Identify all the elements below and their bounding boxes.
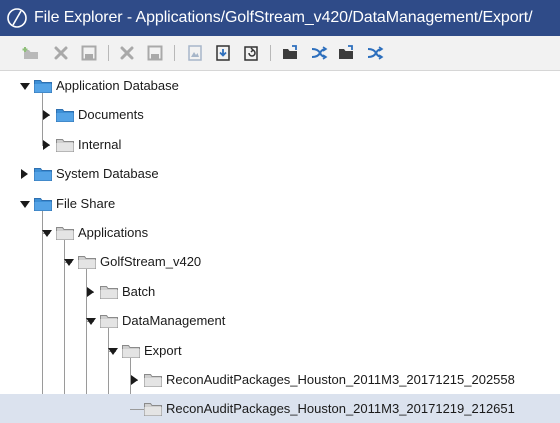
tree-node-label: Application Database [56,78,179,93]
window-title: File Explorer - Applications/GolfStream_… [34,9,533,26]
collapsed-arrow-icon[interactable] [43,139,50,150]
folder-icon [100,285,118,299]
tree-node[interactable]: Export [0,336,560,365]
tree-node-label: Applications [78,225,149,240]
folder-icon [34,80,52,93]
tree-node[interactable]: System Database [0,159,560,188]
folder-icon [56,138,74,152]
expanded-arrow-icon[interactable] [64,259,74,267]
image-icon[interactable] [186,44,204,62]
shuffle-icon[interactable] [310,44,328,62]
toolbar-separator [108,45,109,61]
tree-node[interactable]: File Share [0,189,560,218]
toolbar [0,36,560,71]
expanded-arrow-icon[interactable] [86,318,96,326]
tree-node[interactable]: Batch [0,277,560,306]
collapsed-arrow-icon[interactable] [43,110,50,121]
folder-icon [34,168,52,182]
title-bar: File Explorer - Applications/GolfStream_… [0,0,560,36]
tree-node-label: ReconAuditPackages_Houston_2011M3_201712… [166,372,515,387]
tree-node[interactable]: GolfStream_v420 [0,247,560,276]
tree-node[interactable]: Documents [0,100,560,129]
folder-icon [144,403,162,417]
toolbar-separator [174,45,175,61]
tree-node[interactable]: Applications [0,218,560,247]
tree-node[interactable]: DataManagement [0,306,560,335]
tree-node[interactable]: ReconAuditPackages_Houston_2011M3_201712… [0,394,560,423]
save-file-icon[interactable] [146,44,164,62]
collapsed-arrow-icon[interactable] [87,286,94,297]
shuffle-2-icon[interactable] [366,44,384,62]
folder-icon [100,315,118,329]
expanded-arrow-icon[interactable] [20,83,30,90]
tree-node-label: ReconAuditPackages_Houston_2011M3_201712… [166,401,515,417]
refresh-icon[interactable] [242,44,260,62]
expanded-arrow-icon[interactable] [42,230,52,237]
folder-icon [56,109,74,123]
folder-icon [34,197,52,211]
tree-node[interactable]: ReconAuditPackages_Houston_2011M3_201712… [0,365,560,394]
tree-node-label: File Share [56,195,116,211]
add-folder-icon[interactable] [22,44,40,62]
save-icon[interactable] [80,44,98,62]
collapsed-arrow-icon[interactable] [131,375,138,385]
folder-tree: Application Database Documents Internal Sys… [0,71,560,423]
tree-node-label: Batch [122,283,156,299]
folder-icon [78,256,96,270]
delete-file-icon[interactable] [118,44,136,62]
folder-icon [122,344,140,358]
open-folder-2-icon[interactable] [338,44,356,62]
tree-node-label: System Database [56,166,159,182]
delete-icon[interactable] [52,44,70,62]
tree-node[interactable]: Application Database [0,71,560,100]
open-folder-icon[interactable] [282,44,300,62]
download-icon[interactable] [214,44,232,62]
tree-node-label: GolfStream_v420 [100,254,202,270]
tree-node-label: Export [144,342,182,358]
tree-node-label: Documents [78,107,144,123]
folder-icon [56,227,74,240]
folder-icon [144,374,162,387]
tree-node-label: Internal [78,136,122,152]
tree-node-label: DataManagement [122,313,226,329]
app-logo-icon [7,8,27,28]
expanded-arrow-icon[interactable] [20,200,30,208]
toolbar-separator [270,45,271,61]
tree-node[interactable]: Internal [0,130,560,159]
expanded-arrow-icon[interactable] [108,347,118,355]
collapsed-arrow-icon[interactable] [21,169,28,180]
